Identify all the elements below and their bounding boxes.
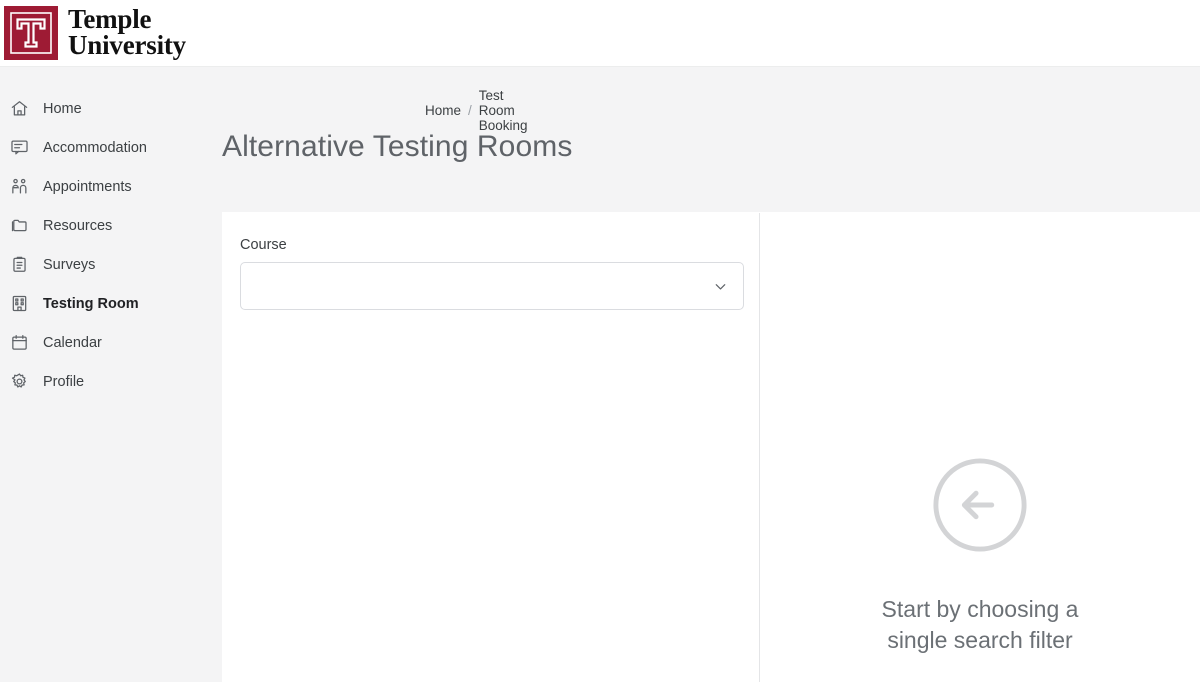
- sidebar-item-profile[interactable]: Profile: [0, 362, 222, 401]
- breadcrumb-item-current[interactable]: Test Room Booking: [479, 88, 528, 133]
- arrow-left-circle-icon: [931, 456, 1029, 554]
- sidebar-item-testing-room[interactable]: Testing Room: [0, 284, 222, 323]
- sidebar-item-accommodation[interactable]: Accommodation: [0, 128, 222, 167]
- brand-name: Temple University: [68, 3, 186, 61]
- empty-state-message: Start by choosing a single search filter: [882, 594, 1079, 657]
- building-icon: [8, 293, 30, 315]
- sidebar-item-resources[interactable]: Resources: [0, 206, 222, 245]
- breadcrumb-separator: /: [468, 103, 472, 118]
- sidebar-item-home[interactable]: Home: [0, 89, 222, 128]
- sidebar-item-label: Accommodation: [43, 139, 147, 156]
- breadcrumb: Home / Test Room Booking: [425, 88, 528, 133]
- sidebar: Home Accommodation Appointments Resource…: [0, 67, 222, 682]
- chevron-down-icon[interactable]: [710, 276, 730, 296]
- empty-state: Start by choosing a single search filter: [760, 456, 1200, 657]
- sidebar-item-surveys[interactable]: Surveys: [0, 245, 222, 284]
- brand-name-line2: University: [68, 30, 186, 60]
- results-panel: Start by choosing a single search filter: [760, 213, 1200, 682]
- sidebar-item-label: Calendar: [43, 334, 102, 351]
- calendar-icon: [8, 332, 30, 354]
- course-field-label: Course: [240, 237, 287, 253]
- sidebar-item-label: Testing Room: [43, 295, 139, 312]
- content-card: Course Start by choosing a single search…: [222, 213, 1200, 682]
- sidebar-item-label: Home: [43, 100, 82, 117]
- app-root: Temple University Home Accommodation App…: [0, 0, 1200, 682]
- temple-university-logo[interactable]: Temple University: [4, 3, 186, 61]
- empty-state-line1: Start by choosing a: [881, 596, 1079, 622]
- sidebar-item-label: Surveys: [43, 256, 96, 273]
- clipboard-icon: [8, 254, 30, 276]
- page-title: Alternative Testing Rooms: [222, 130, 573, 163]
- sidebar-item-calendar[interactable]: Calendar: [0, 323, 222, 362]
- folders-icon: [8, 215, 30, 237]
- sidebar-item-appointments[interactable]: Appointments: [0, 167, 222, 206]
- temple-t-logo-icon: [4, 6, 58, 60]
- sidebar-item-label: Appointments: [43, 178, 132, 195]
- sidebar-item-label: Resources: [43, 217, 113, 234]
- brand-name-line1: Temple: [68, 3, 152, 34]
- course-select[interactable]: [240, 262, 744, 310]
- brand-header: Temple University: [0, 0, 1200, 67]
- comment-icon: [8, 137, 30, 159]
- home-icon: [8, 98, 30, 120]
- gear-icon: [8, 371, 30, 393]
- sidebar-item-label: Profile: [43, 373, 85, 390]
- empty-state-line2: single search filter: [887, 627, 1073, 654]
- people-icon: [8, 176, 30, 198]
- breadcrumb-item-home[interactable]: Home: [425, 103, 461, 118]
- search-filters-panel: Course: [222, 213, 760, 682]
